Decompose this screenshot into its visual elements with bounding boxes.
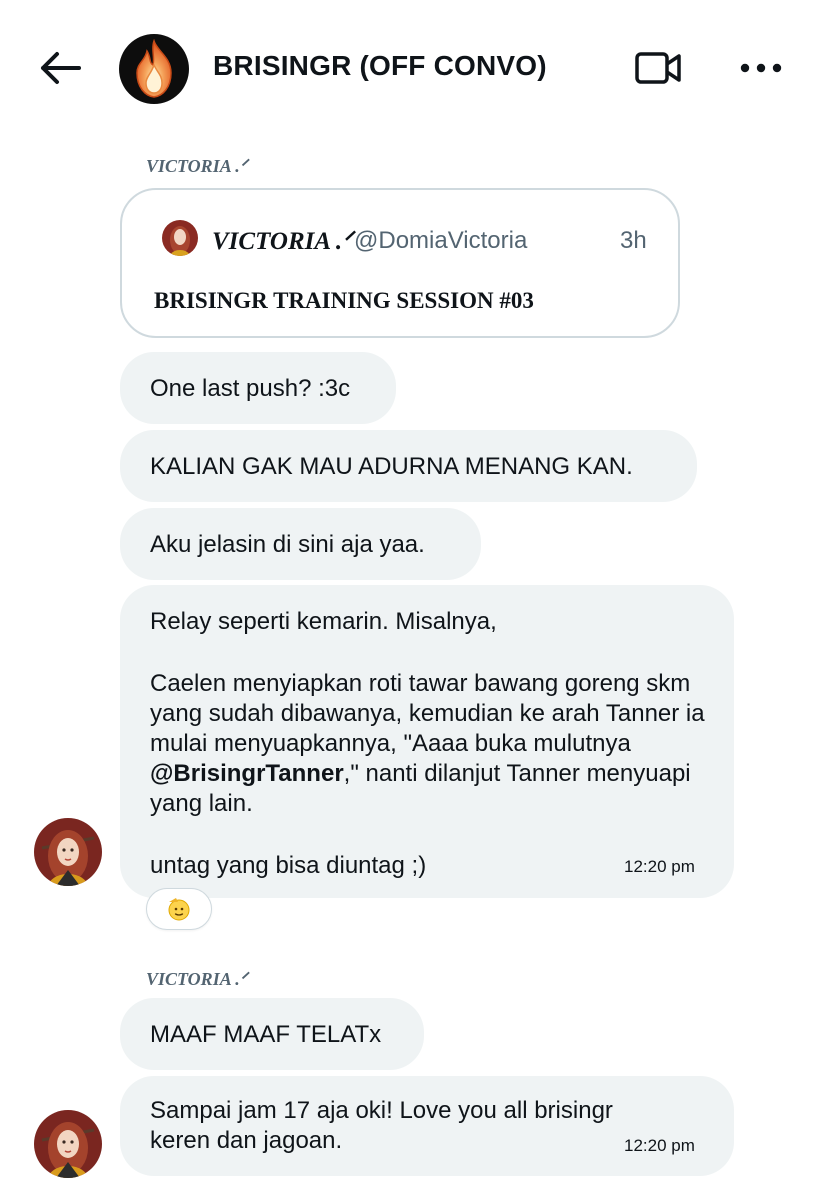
message-timestamp: 12:20 pm [624, 1136, 695, 1155]
message-bubble[interactable]: Relay seperti kemarin. Misalnya, Caelen … [120, 585, 734, 898]
chat-title: BRISINGR (OFF CONVO) [213, 50, 547, 81]
message-text: One last push? :3c [150, 375, 351, 402]
message-timestamp: 12:20 pm [624, 857, 695, 876]
quoted-author-name: VICTORIA .ᐟ [212, 228, 353, 255]
message-text: KALIAN GAK MAU ADURNA MENANG KAN. [150, 453, 633, 480]
more-dots-icon [740, 63, 782, 73]
quoted-post-card[interactable]: VICTORIA .ᐟ @DomiaVictoria 3h BRISINGR T… [120, 188, 680, 338]
sender-name: VICTORIA .ᐟ [146, 969, 248, 989]
reaction-badge[interactable] [146, 888, 212, 930]
mention-link[interactable]: @BrisingrTanner [150, 760, 344, 787]
message-bubble[interactable]: Aku jelasin di sini aja yaa. [120, 508, 481, 580]
sender-avatar[interactable] [34, 1110, 102, 1178]
video-camera-icon [635, 52, 681, 84]
quoted-author-handle: @DomiaVictoria [354, 227, 528, 254]
saluting-face-icon [168, 898, 190, 921]
message-text: untag yang bisa diuntag ;) [150, 852, 427, 879]
arrow-left-icon [41, 52, 81, 84]
quoted-author-avatar [162, 220, 198, 256]
group-avatar[interactable] [119, 34, 189, 104]
message-text: Aku jelasin di sini aja yaa. [150, 531, 425, 558]
video-call-button[interactable] [630, 48, 686, 88]
back-button[interactable] [36, 48, 84, 88]
message-bubble[interactable]: One last push? :3c [120, 352, 396, 424]
message-bubble[interactable]: MAAF MAAF TELATx [120, 998, 424, 1070]
message-text: Sampai jam 17 aja oki! Love you all bris… [150, 1097, 613, 1154]
message-bubble[interactable]: KALIAN GAK MAU ADURNA MENANG KAN. [120, 430, 697, 502]
message-text: Caelen menyiapkan roti tawar bawang gore… [150, 670, 705, 757]
message-bubble[interactable]: Sampai jam 17 aja oki! Love you all bris… [120, 1076, 734, 1176]
sender-name: VICTORIA .ᐟ [146, 156, 248, 176]
message-paragraph: Caelen menyiapkan roti tawar bawang gore… [150, 669, 715, 819]
quoted-post-text: BRISINGR TRAINING SESSION #03 [154, 288, 534, 313]
more-options-button[interactable] [733, 50, 789, 86]
message-text: Relay seperti kemarin. Misalnya, [150, 608, 497, 635]
message-text: MAAF MAAF TELATx [150, 1021, 382, 1048]
flame-icon [136, 39, 172, 98]
quoted-post-time: 3h [620, 227, 647, 254]
sender-avatar[interactable] [34, 818, 102, 886]
